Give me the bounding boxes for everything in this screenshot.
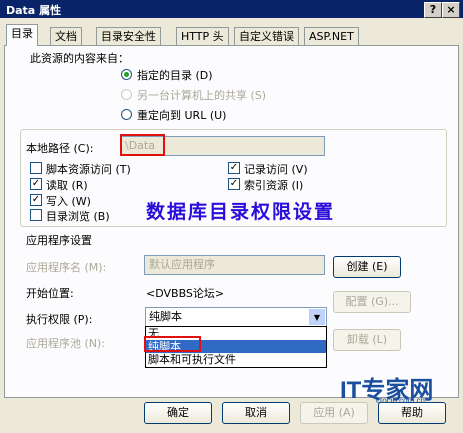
app-pool-label: 应用程序池 (N):: [26, 337, 106, 350]
local-path-label: 本地路径 (C):: [26, 142, 94, 155]
checkbox-write[interactable]: ✓: [30, 194, 42, 206]
app-name-label: 应用程序名 (M):: [26, 261, 107, 274]
help-button[interactable]: ?: [424, 2, 442, 18]
checkbox-index-resource[interactable]: ✓: [228, 178, 240, 190]
checkbox-dir-browse[interactable]: [30, 209, 42, 221]
title-bar: Data 属性 ? ×: [0, 0, 463, 18]
tab-directory-security[interactable]: 目录安全性: [96, 27, 161, 46]
configure-button[interactable]: 配置 (G)...: [333, 291, 411, 313]
checkbox-script-source-label: 脚本资源访问 (T): [46, 163, 131, 176]
exec-permission-label: 执行权限 (P):: [26, 313, 93, 326]
exec-permission-value: 纯脚本: [149, 310, 182, 323]
annotation-text: 数据库目录权限设置: [146, 201, 336, 223]
local-path-highlight: [120, 134, 165, 156]
checkbox-log-visits-label: 记录访问 (V): [244, 163, 308, 176]
exec-option-scripts-and-exec[interactable]: 脚本和可执行文件: [146, 353, 326, 366]
start-position-value: <DVBBS论坛>: [146, 287, 225, 300]
unload-button[interactable]: 卸载 (L): [333, 329, 401, 351]
tab-aspnet[interactable]: ASP.NET: [304, 27, 359, 46]
radio-redirect-url-label: 重定向到 URL (U): [137, 109, 227, 122]
window-title: Data 属性: [6, 4, 62, 17]
tab-directory[interactable]: 目录: [6, 24, 38, 46]
radio-network-share-label: 另一台计算机上的共享 (S): [137, 89, 267, 102]
dropdown-arrow-icon[interactable]: ▼: [309, 309, 325, 325]
checkbox-write-label: 写入 (W): [46, 195, 91, 208]
tab-http-headers[interactable]: HTTP 头: [176, 27, 229, 46]
checkbox-dir-browse-label: 目录浏览 (B): [46, 210, 110, 223]
tab-custom-errors[interactable]: 自定义错误: [234, 27, 299, 46]
start-position-label: 开始位置:: [26, 287, 74, 300]
ok-button[interactable]: 确定: [144, 402, 212, 424]
checkbox-script-source[interactable]: [30, 162, 42, 174]
checkbox-read-label: 读取 (R): [46, 179, 88, 192]
radio-local-directory[interactable]: [121, 69, 132, 80]
radio-local-directory-label: 指定的目录 (D): [137, 69, 213, 82]
app-name-input[interactable]: 默认应用程序: [144, 255, 325, 275]
checkbox-index-resource-label: 索引资源 (I): [244, 179, 304, 192]
tab-documents[interactable]: 文档: [50, 27, 82, 46]
exec-permission-select[interactable]: 纯脚本 ▼: [145, 307, 327, 327]
source-heading: 此资源的内容来自：: [30, 52, 129, 65]
watermark-url: ctocio.com.cn: [376, 396, 425, 405]
exec-option-highlight: [144, 336, 201, 352]
checkbox-log-visits[interactable]: ✓: [228, 162, 240, 174]
radio-redirect-url[interactable]: [121, 109, 132, 120]
cancel-button[interactable]: 取消: [222, 402, 290, 424]
create-button[interactable]: 创建 (E): [333, 256, 401, 278]
checkbox-read[interactable]: ✓: [30, 178, 42, 190]
close-button[interactable]: ×: [442, 2, 460, 18]
watermark-logo: IT专家网 ctocio.com.cn: [340, 370, 460, 406]
app-settings-heading: 应用程序设置: [26, 234, 92, 247]
radio-network-share[interactable]: [121, 89, 132, 100]
app-name-value: 默认应用程序: [149, 258, 215, 271]
